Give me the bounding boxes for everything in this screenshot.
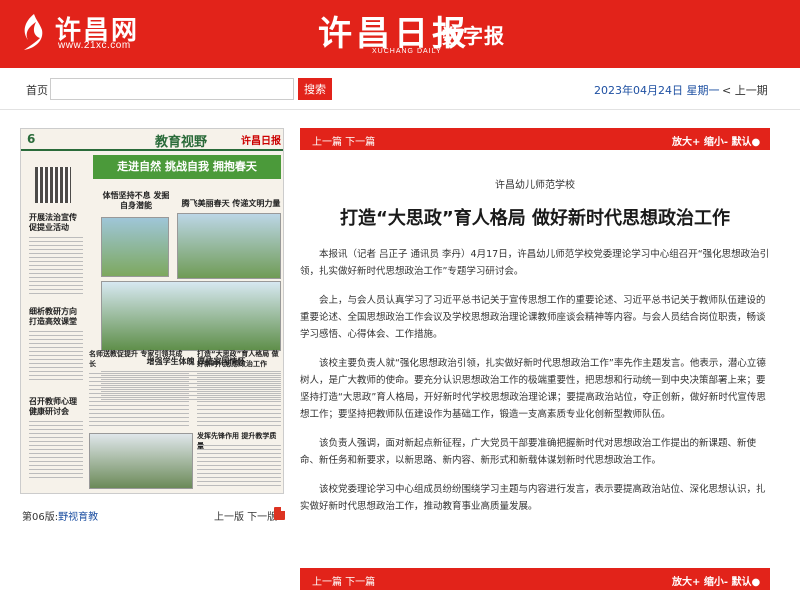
paper-english-name: XUCHANG DAILY	[372, 48, 442, 55]
home-link[interactable]: 首页	[26, 82, 48, 98]
thumb-page-header: 6 教育视野 许昌日报	[21, 129, 283, 151]
thumb-paper-logo: 许昌日报	[241, 136, 281, 147]
newspaper-page-thumbnail[interactable]: 6 教育视野 许昌日报 走进自然 挑战自我 拥抱春天 开展法治宣传 促提业活动 …	[20, 128, 284, 494]
edition-label: 数字报	[442, 24, 505, 48]
thumb-photo	[101, 217, 169, 277]
article-top-bar: 上一篇 下一篇 放大+ 缩小- 默认●	[300, 128, 770, 150]
thumb-headline[interactable]: 开展法治宣传 促提业活动	[29, 213, 85, 233]
thumb-headline[interactable]: 召开教师心理 健康研讨会	[29, 397, 85, 417]
article-prev-next[interactable]: 上一篇 下一篇	[312, 573, 375, 588]
search-input[interactable]	[50, 78, 294, 100]
article-section: 许昌幼儿师范学校	[495, 180, 575, 191]
thumb-text-block	[89, 373, 189, 429]
page-caption-name[interactable]: 野视育教	[58, 512, 98, 523]
thumb-text-block	[29, 331, 83, 381]
thumb-headline[interactable]: 名师送教促提升 专家引领共成长	[89, 349, 189, 369]
thumb-text-block	[29, 237, 83, 297]
search-button[interactable]: 搜索	[298, 78, 332, 100]
thumb-headline[interactable]: 体悟坚持不息 发掘自身潜能	[101, 191, 171, 211]
issue-date[interactable]: 2023年04月24日 星期一	[594, 82, 720, 98]
article-title: 打造“大思政”育人格局 做好新时代思想政治工作	[340, 208, 730, 229]
thumb-text-block	[197, 445, 281, 489]
thumb-photo	[101, 281, 281, 351]
article-bottom-bar: 上一篇 下一篇 放大+ 缩小- 默认●	[300, 568, 770, 590]
thumb-text-block	[197, 373, 281, 429]
search-toolbar: 首页 搜索 2023年04月24日 星期一 < 上一期	[0, 68, 800, 110]
article-paragraph: 会上，与会人员认真学习了习近平总书记关于宣传思想工作的重要论述、习近平总书记关于…	[300, 295, 766, 340]
article-body: 本报讯（记者 吕正子 通讯员 李丹）4月17日，许昌幼儿师范学校党委理论学习中心…	[300, 246, 770, 527]
article-paragraph: 该负责人强调，面对新起点新征程，广大党员干部要准确把握新时代对思想政治工作提出的…	[300, 438, 757, 466]
page-nav-links[interactable]: 上一版 下一版	[214, 508, 277, 523]
site-url[interactable]: www.21xc.com	[58, 40, 131, 51]
pdf-download-icon[interactable]	[274, 507, 285, 520]
page-caption-label: 第06版:	[22, 512, 59, 523]
page-caption: 第06版:野视育教	[22, 508, 98, 523]
thumb-text-block	[29, 421, 83, 481]
article-paragraph: 该校主要负责人就“强化思想政治引领，扎实做好新时代思想政治工作”率先作主题发言。…	[300, 358, 766, 420]
site-header: 许昌网 www.21xc.com 许昌日报 XUCHANG DAILY 数字报	[0, 0, 800, 68]
qr-code-icon	[35, 167, 71, 203]
thumb-page-name: 教育视野	[155, 135, 208, 150]
thumb-headline[interactable]: 打造“大思政”育人格局 做好新时代思想政治工作	[197, 349, 281, 369]
thumb-banner[interactable]: 走进自然 挑战自我 拥抱春天	[93, 155, 281, 179]
article-paragraph: 本报讯（记者 吕正子 通讯员 李丹）4月17日，许昌幼儿师范学校党委理论学习中心…	[300, 249, 770, 277]
xuchang-flame-logo-icon[interactable]	[20, 12, 46, 52]
thumb-photo	[89, 433, 193, 489]
thumb-photo	[177, 213, 281, 279]
thumb-headline[interactable]: 细析教研方向 打造高效课堂	[29, 307, 85, 327]
font-size-controls[interactable]: 放大+ 缩小- 默认●	[672, 133, 760, 148]
font-size-controls[interactable]: 放大+ 缩小- 默认●	[672, 573, 760, 588]
thumb-headline[interactable]: 腾飞美丽春天 传递文明力量	[181, 199, 281, 209]
thumb-page-number: 6	[27, 132, 36, 146]
article-prev-next[interactable]: 上一篇 下一篇	[312, 133, 375, 148]
article-paragraph: 该校党委理论学习中心组成员纷纷围绕学习主题与内容进行发言，表示要提高政治站位、深…	[300, 484, 766, 512]
prev-issue-link[interactable]: < 上一期	[722, 82, 768, 98]
